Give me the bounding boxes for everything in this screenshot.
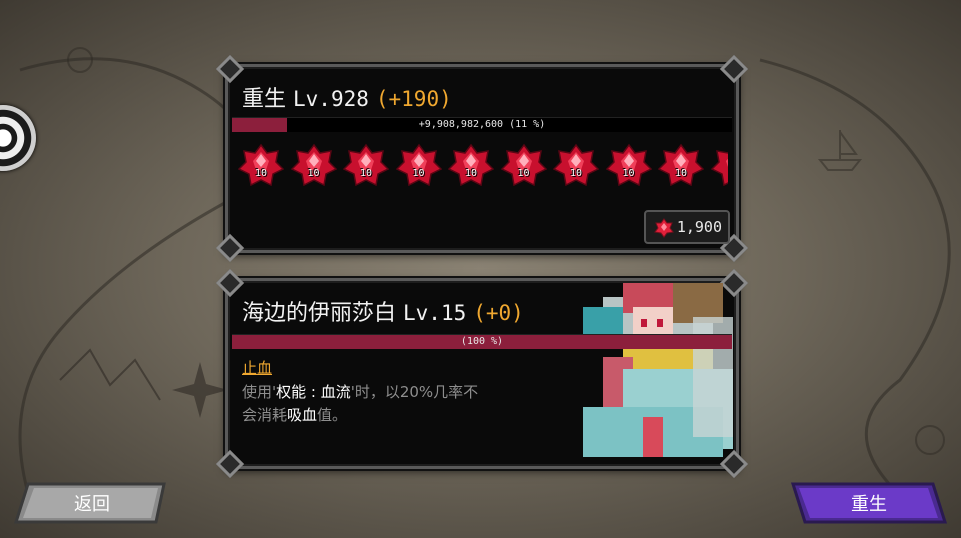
rebirth-title-name: 重生 <box>242 87 287 112</box>
gem-level-label: 10 <box>359 168 373 179</box>
character-level: Lv.15 <box>403 301 467 325</box>
rebirth-cost-value: 1,900 <box>676 218 722 236</box>
rebirth-progress-text: +9,908,982,600 (11 %) <box>418 119 546 130</box>
gem-slot: 10 <box>395 143 442 189</box>
compass-rose-icon <box>172 362 228 418</box>
rebirth-progress-bar: +9,908,982,600 (11 %) <box>232 117 732 132</box>
red-crystal-icon <box>710 150 728 187</box>
gem-slot: 10 <box>447 143 495 189</box>
skill-desc-highlight: 权能 : 血流 <box>276 383 351 401</box>
gem-level-label: 10 <box>674 168 688 179</box>
character-bonus: (+0) <box>473 301 524 325</box>
gem-slot: 10 <box>238 143 285 189</box>
rebirth-cost: 1,900 <box>644 210 730 244</box>
rebirth-bonus: (+190) <box>375 87 452 111</box>
back-button[interactable]: 返回 <box>14 482 170 524</box>
rebirth-button-label: 重生 <box>851 494 887 515</box>
character-panel: 海边的伊丽莎白 Lv.15 (+0) (100 %) 止血 使用'权能 : 血流… <box>215 268 749 479</box>
red-crystal-icon <box>395 143 442 187</box>
rebirth-title: 重生 Lv.928 (+190) <box>242 81 452 113</box>
ship-icon <box>817 130 863 171</box>
red-crystal-icon <box>238 143 285 187</box>
gem-row: 10 10 10 10 10 10 10 10 10 <box>238 143 728 189</box>
red-crystal-icon <box>500 143 547 187</box>
red-crystal-icon <box>342 143 390 187</box>
red-crystal-icon <box>552 143 600 187</box>
gem-level-label: 10 <box>412 168 425 179</box>
character-progress-text: (100 %) <box>460 336 504 347</box>
skill-desc-part: 值。 <box>317 406 348 424</box>
back-button-label: 返回 <box>74 494 110 515</box>
character-name: 海边的伊丽莎白 <box>242 301 397 326</box>
red-crystal-icon <box>605 143 652 187</box>
gem-level-label: 10 <box>517 168 530 179</box>
character-progress-bar: (100 %) <box>232 334 732 349</box>
gem-level-label: 10 <box>307 168 320 179</box>
gem-slot: 10 <box>552 143 600 189</box>
rebirth-panel: 重生 Lv.928 (+190) +9,908,982,600 (11 %) 1… <box>215 54 749 263</box>
skill-name: 止血 <box>242 359 273 377</box>
gem-level-label: 10 <box>569 168 583 179</box>
red-crystal-icon <box>290 143 337 187</box>
skill-desc-highlight: 吸血 <box>287 406 318 424</box>
skill-description: 使用'权能 : 血流'时，以20%几率不会消耗吸血值。 <box>242 381 492 427</box>
rebirth-button[interactable]: 重生 <box>791 482 947 524</box>
gem-level-label: 10 <box>254 168 268 179</box>
red-crystal-icon <box>657 143 705 187</box>
character-portrait <box>583 283 733 457</box>
skill-desc-part: 使用' <box>242 383 277 401</box>
gem-slot: 10 <box>290 143 337 189</box>
red-crystal-icon <box>447 143 495 187</box>
gem-slot <box>710 143 728 189</box>
gem-slot: 10 <box>342 143 390 189</box>
rebirth-level: Lv.928 <box>293 87 369 111</box>
gem-slot: 10 <box>657 143 705 189</box>
gem-level-label: 10 <box>622 168 635 179</box>
red-crystal-icon <box>654 218 674 238</box>
gem-slot: 10 <box>605 143 652 189</box>
gem-slot: 10 <box>500 143 547 189</box>
character-title: 海边的伊丽莎白 Lv.15 (+0) <box>242 295 524 327</box>
gem-level-label: 10 <box>464 168 478 179</box>
